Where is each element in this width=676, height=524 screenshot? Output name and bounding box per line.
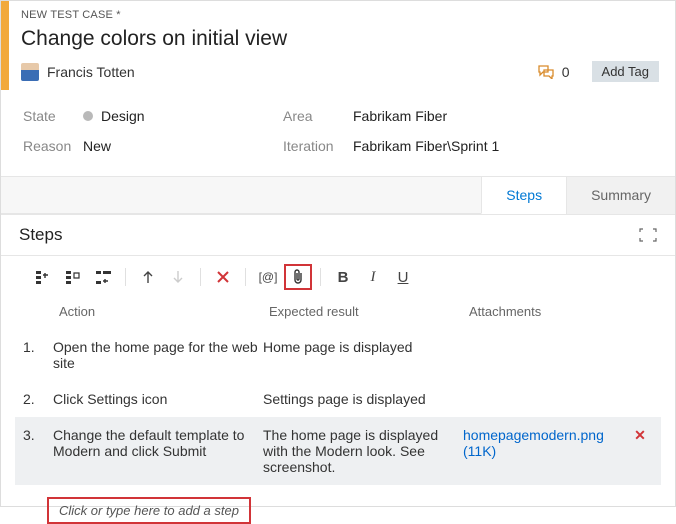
insert-param-icon[interactable] (89, 264, 117, 290)
move-up-icon[interactable] (134, 264, 162, 290)
area-label: Area (283, 108, 353, 124)
discussion-count: 0 (562, 64, 570, 80)
insert-step-icon[interactable] (29, 264, 57, 290)
insert-shared-step-icon[interactable] (59, 264, 87, 290)
underline-button[interactable]: U (389, 264, 417, 290)
state-value[interactable]: Design (83, 108, 283, 124)
reason-value[interactable]: New (83, 138, 283, 154)
breadcrumb: NEW TEST CASE * (21, 9, 659, 21)
attachment-size: (11K) (463, 443, 496, 459)
step-number: 1. (23, 339, 53, 355)
step-number: 2. (23, 391, 53, 407)
add-tag-button[interactable]: Add Tag (592, 61, 659, 82)
step-action[interactable]: Open the home page for the web site (53, 339, 263, 371)
state-dot-icon (83, 111, 93, 121)
step-row[interactable]: 3. Change the default template to Modern… (15, 417, 661, 485)
tab-steps[interactable]: Steps (481, 177, 566, 214)
state-text: Design (101, 108, 145, 124)
add-step-input[interactable]: Click or type here to add a step (47, 497, 251, 524)
remove-attachment-icon[interactable]: ✕ (627, 427, 653, 444)
mention-icon[interactable]: [@] (254, 264, 282, 290)
col-action: Action (59, 304, 269, 319)
step-row[interactable]: 1. Open the home page for the web site H… (15, 329, 661, 381)
iteration-value[interactable]: Fabrikam Fiber\Sprint 1 (353, 138, 653, 154)
bold-button[interactable]: B (329, 264, 357, 290)
step-expected[interactable]: Home page is displayed (263, 339, 463, 355)
step-row[interactable]: 2. Click Settings icon Settings page is … (15, 381, 661, 417)
attachment-name[interactable]: homepagemodern.png (463, 427, 604, 443)
step-action[interactable]: Click Settings icon (53, 391, 263, 407)
avatar[interactable] (21, 63, 39, 81)
section-title: Steps (19, 225, 639, 245)
move-down-icon[interactable] (164, 264, 192, 290)
step-expected[interactable]: Settings page is displayed (263, 391, 463, 407)
step-action[interactable]: Change the default template to Modern an… (53, 427, 263, 459)
delete-step-icon[interactable] (209, 264, 237, 290)
step-number: 3. (23, 427, 53, 443)
state-label: State (23, 108, 83, 124)
attachment-icon[interactable] (284, 264, 312, 290)
step-expected[interactable]: The home page is displayed with the Mode… (263, 427, 463, 475)
step-attachment[interactable]: homepagemodern.png (11K) (463, 427, 627, 459)
reason-label: Reason (23, 138, 83, 154)
tab-summary[interactable]: Summary (566, 177, 675, 214)
assigned-to[interactable]: Francis Totten (47, 64, 135, 80)
italic-button[interactable]: I (359, 264, 387, 290)
col-expected: Expected result (269, 304, 469, 319)
expand-icon[interactable] (639, 228, 657, 242)
discussion-icon[interactable] (538, 65, 554, 79)
type-color-bar (1, 1, 9, 90)
iteration-label: Iteration (283, 138, 353, 154)
area-value[interactable]: Fabrikam Fiber (353, 108, 653, 124)
col-attachments: Attachments (469, 304, 657, 319)
page-title[interactable]: Change colors on initial view (21, 27, 659, 51)
